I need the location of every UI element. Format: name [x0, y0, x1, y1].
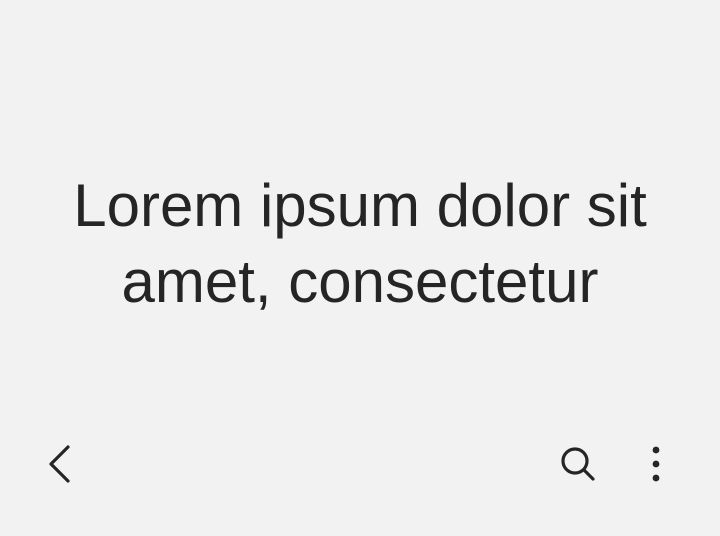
title-area: Lorem ipsum dolor sit amet, consectetur: [20, 168, 700, 320]
search-button[interactable]: [544, 430, 612, 498]
page-title: Lorem ipsum dolor sit amet, consectetur: [20, 168, 700, 320]
more-vertical-icon: [652, 446, 660, 482]
title-line-1: Lorem ipsum dolor sit: [73, 172, 647, 239]
more-options-button[interactable]: [622, 430, 690, 498]
bottom-toolbar: [0, 430, 720, 498]
title-line-2: amet, consectetur: [121, 248, 599, 315]
app-screen: Lorem ipsum dolor sit amet, consectetur: [0, 0, 720, 536]
chevron-left-icon: [49, 445, 70, 483]
back-button[interactable]: [28, 430, 96, 498]
search-icon: [561, 447, 595, 481]
